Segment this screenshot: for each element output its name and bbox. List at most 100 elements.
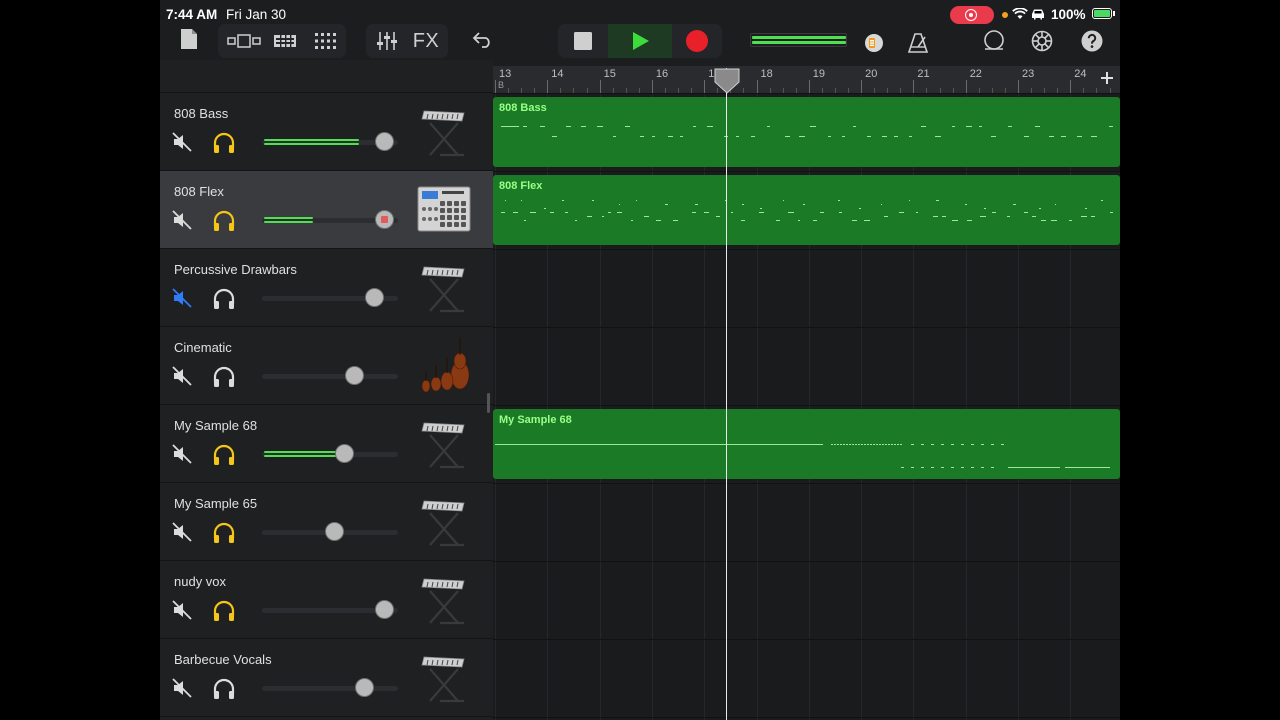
beat-tick bbox=[900, 88, 902, 93]
volume-knob[interactable] bbox=[325, 522, 344, 541]
solo-button[interactable] bbox=[212, 288, 236, 310]
midi-note bbox=[1077, 136, 1083, 137]
keyboard-icon[interactable] bbox=[414, 413, 474, 473]
browser-button[interactable] bbox=[226, 24, 262, 58]
region[interactable]: My Sample 68 bbox=[493, 409, 1120, 479]
volume-knob[interactable] bbox=[375, 210, 394, 229]
midi-note bbox=[587, 216, 593, 217]
tracks-view-button[interactable] bbox=[270, 24, 300, 58]
fx-button[interactable]: FX bbox=[408, 24, 444, 58]
keyboard-icon[interactable] bbox=[414, 647, 474, 707]
playhead-handle[interactable] bbox=[714, 68, 740, 94]
undo-button[interactable] bbox=[468, 22, 498, 56]
help-button[interactable] bbox=[1078, 24, 1106, 58]
volume-knob[interactable] bbox=[365, 288, 384, 307]
midi-note bbox=[505, 200, 507, 201]
region[interactable]: 808 Flex bbox=[493, 175, 1120, 245]
track-volume-slider[interactable] bbox=[262, 444, 398, 463]
solo-button[interactable] bbox=[212, 444, 236, 466]
keyboard-icon[interactable] bbox=[414, 101, 474, 161]
section-label: B bbox=[498, 80, 505, 90]
track-volume-slider[interactable] bbox=[262, 288, 398, 307]
solo-button[interactable] bbox=[212, 678, 236, 700]
midi-note bbox=[639, 136, 644, 137]
track-header[interactable]: 808 Bass bbox=[160, 93, 493, 171]
mute-button[interactable] bbox=[172, 210, 192, 230]
settings-button[interactable] bbox=[1028, 24, 1056, 58]
mute-button[interactable] bbox=[172, 366, 192, 386]
strings-icon[interactable] bbox=[414, 335, 474, 395]
midi-note bbox=[1035, 126, 1041, 127]
track-volume-slider[interactable] bbox=[262, 600, 398, 619]
track-header[interactable]: Percussive Drawbars bbox=[160, 249, 493, 327]
midi-note bbox=[741, 204, 745, 205]
midi-note bbox=[692, 212, 697, 213]
metronome-button[interactable] bbox=[904, 26, 932, 60]
track-name: My Sample 65 bbox=[174, 496, 258, 511]
midi-note bbox=[936, 200, 939, 201]
speaker-muted-icon bbox=[172, 210, 192, 234]
midi-note bbox=[1109, 212, 1114, 213]
beat-tick bbox=[834, 88, 836, 93]
volume-knob[interactable] bbox=[355, 678, 374, 697]
track-header[interactable]: Barbecue Vocals bbox=[160, 639, 493, 717]
track-volume-slider[interactable] bbox=[262, 522, 398, 541]
track-lanes[interactable]: 808 Bass 808 Flex My Sample 68 bbox=[493, 94, 1120, 720]
mixer-button[interactable] bbox=[370, 24, 404, 58]
midi-note bbox=[740, 220, 746, 221]
midi-note bbox=[544, 208, 547, 209]
play-button[interactable] bbox=[624, 24, 658, 58]
mute-button[interactable] bbox=[172, 678, 192, 698]
live-loops-button[interactable] bbox=[310, 24, 340, 58]
status-time: 7:44 AM bbox=[166, 7, 218, 22]
volume-knob[interactable] bbox=[375, 132, 394, 151]
solo-button[interactable] bbox=[212, 132, 236, 154]
volume-knob[interactable] bbox=[335, 444, 354, 463]
mute-button[interactable] bbox=[172, 444, 192, 464]
track-header[interactable]: 808 Flex bbox=[160, 171, 493, 249]
beat-tick bbox=[887, 88, 889, 93]
solo-button[interactable] bbox=[212, 522, 236, 544]
track-header[interactable]: My Sample 68 bbox=[160, 405, 493, 483]
mute-button[interactable] bbox=[172, 600, 192, 620]
midi-note bbox=[1013, 204, 1016, 205]
beat-tick bbox=[691, 88, 693, 93]
track-header[interactable]: nudy vox bbox=[160, 561, 493, 639]
midi-note bbox=[1040, 220, 1047, 221]
keyboard-icon[interactable] bbox=[414, 257, 474, 317]
track-volume-slider[interactable] bbox=[262, 678, 398, 697]
count-in-button[interactable] bbox=[861, 26, 887, 60]
midi-note bbox=[788, 212, 795, 213]
midi-note bbox=[523, 126, 527, 127]
track-volume-slider[interactable] bbox=[262, 210, 398, 229]
mute-button[interactable] bbox=[172, 288, 192, 308]
solo-button[interactable] bbox=[212, 210, 236, 232]
mute-button[interactable] bbox=[172, 522, 192, 542]
my-songs-button[interactable] bbox=[176, 22, 202, 56]
bar-tick bbox=[913, 80, 915, 93]
midi-note bbox=[706, 126, 713, 127]
keyboard-icon[interactable] bbox=[414, 491, 474, 551]
speaker-muted-icon bbox=[172, 522, 192, 546]
resize-handle[interactable] bbox=[487, 393, 490, 413]
keyboard-icon[interactable] bbox=[414, 569, 474, 629]
timeline-ruler[interactable]: B 13 14 15 16 17 18 19 20 21 22 23 24 bbox=[493, 66, 1120, 94]
volume-knob[interactable] bbox=[375, 600, 394, 619]
volume-knob[interactable] bbox=[345, 366, 364, 385]
loop-browser-button[interactable] bbox=[980, 24, 1008, 58]
track-header[interactable]: My Sample 65 bbox=[160, 483, 493, 561]
region[interactable]: 808 Bass bbox=[493, 97, 1120, 167]
midi-note bbox=[530, 212, 536, 213]
track-volume-slider[interactable] bbox=[262, 366, 398, 385]
track-header[interactable]: Cinematic bbox=[160, 327, 493, 405]
solo-button[interactable] bbox=[212, 366, 236, 388]
midi-note bbox=[1001, 444, 1004, 445]
drum-machine-icon[interactable] bbox=[414, 179, 474, 239]
track-volume-slider[interactable] bbox=[262, 132, 398, 151]
midi-note bbox=[1008, 467, 1060, 468]
solo-button[interactable] bbox=[212, 600, 236, 622]
mute-button[interactable] bbox=[172, 132, 192, 152]
stop-button[interactable] bbox=[566, 24, 600, 58]
add-section-icon[interactable] bbox=[1097, 68, 1117, 88]
record-button[interactable] bbox=[680, 24, 714, 58]
